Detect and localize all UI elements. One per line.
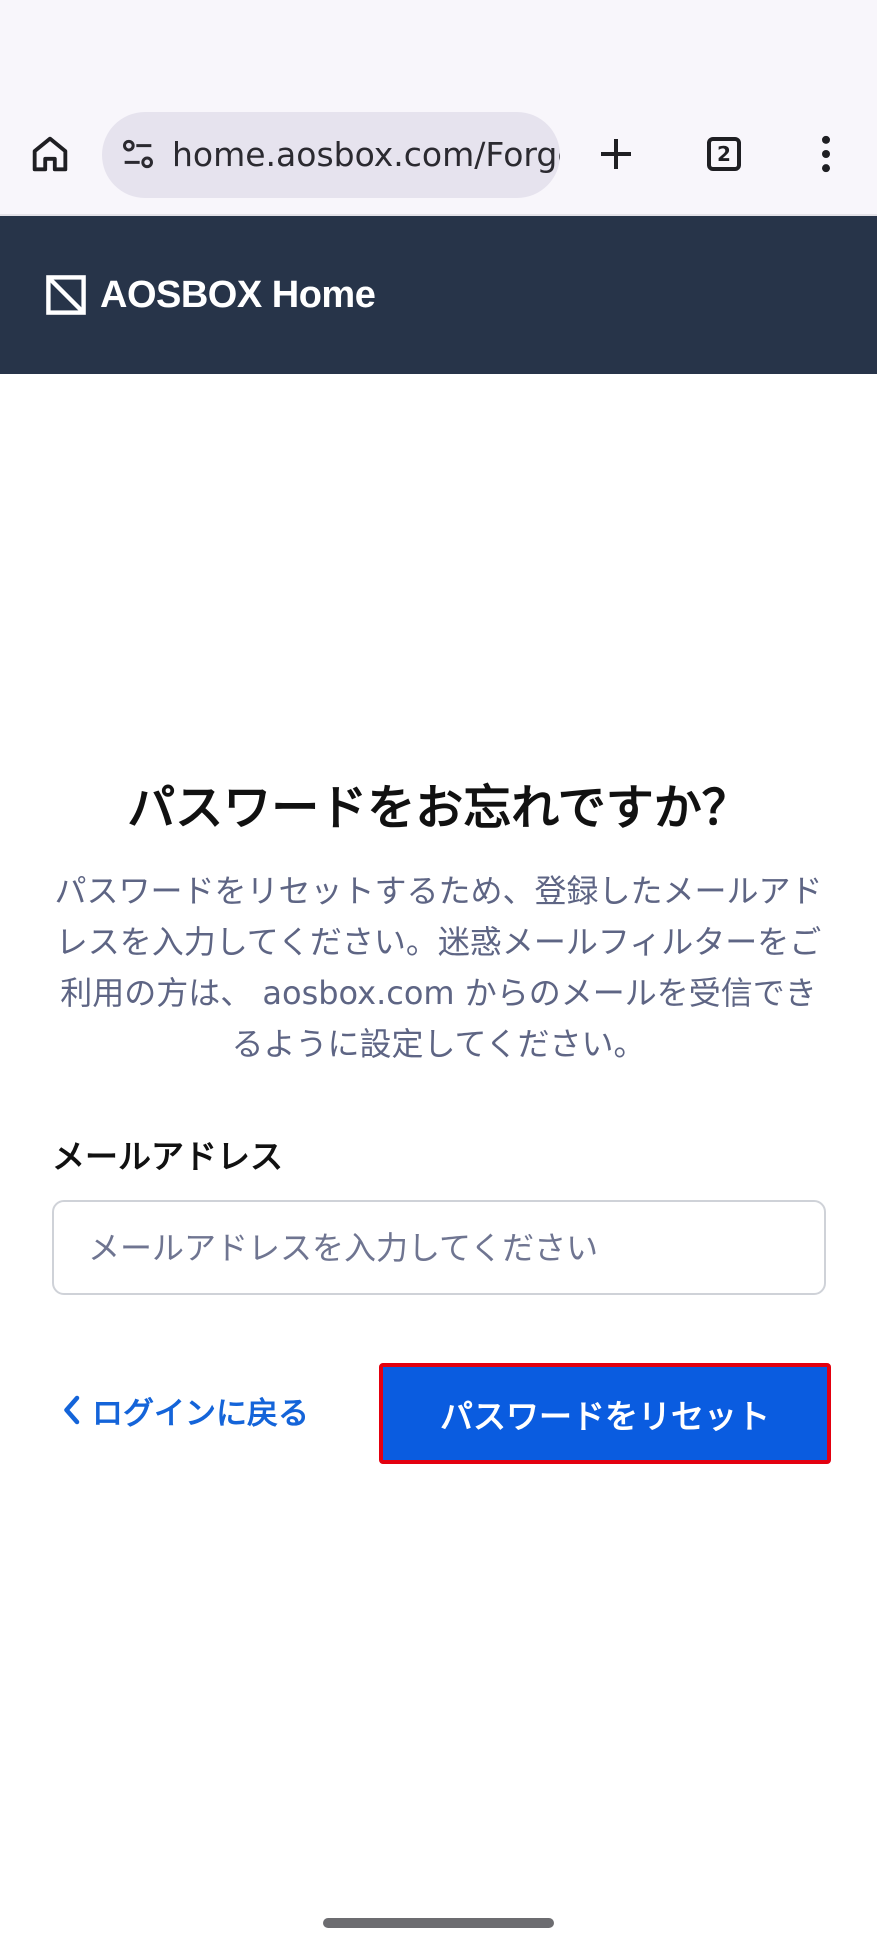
gesture-bar[interactable]	[323, 1918, 554, 1928]
tab-count: 2	[717, 142, 731, 166]
aosbox-logo	[46, 275, 86, 315]
address-bar[interactable]: home.aosbox.com/Forge	[102, 112, 560, 198]
more-menu-button[interactable]	[796, 124, 856, 184]
chevron-left-icon	[64, 1395, 80, 1425]
email-field[interactable]	[52, 1200, 826, 1295]
back-to-login-link[interactable]: ログインに戻る	[60, 1380, 309, 1440]
site-settings-icon[interactable]	[118, 134, 158, 174]
email-label: メールアドレス	[52, 1137, 283, 1176]
more-vert-icon	[822, 135, 830, 173]
new-tab-button[interactable]	[586, 124, 646, 184]
site-header: AOSBOX Home	[0, 216, 877, 374]
reset-button-label: パスワードをリセット	[440, 1396, 770, 1436]
forgot-password-section: パスワードをお忘れですか？ パスワードをリセットするため、登録したメールアドレス…	[50, 760, 827, 1070]
brand-link[interactable]: AOSBOX Home	[46, 216, 376, 374]
reset-password-button[interactable]: パスワードをリセット	[379, 1363, 831, 1464]
tab-switcher-button[interactable]: 2	[694, 124, 754, 184]
page-description: パスワードをリセットするため、登録したメールアドレスを入力してください。迷惑メー…	[54, 872, 823, 1063]
browser-toolbar: home.aosbox.com/Forge 2	[0, 0, 877, 216]
home-icon	[32, 136, 68, 172]
home-button[interactable]	[20, 124, 80, 184]
tab-switcher-icon: 2	[707, 137, 741, 171]
page-title: パスワードをお忘れですか？	[127, 780, 750, 836]
url-text: home.aosbox.com/Forge	[172, 135, 560, 174]
back-link-label: ログインに戻る	[92, 1395, 309, 1432]
brand-name: AOSBOX Home	[100, 273, 376, 316]
plus-icon	[601, 139, 631, 169]
